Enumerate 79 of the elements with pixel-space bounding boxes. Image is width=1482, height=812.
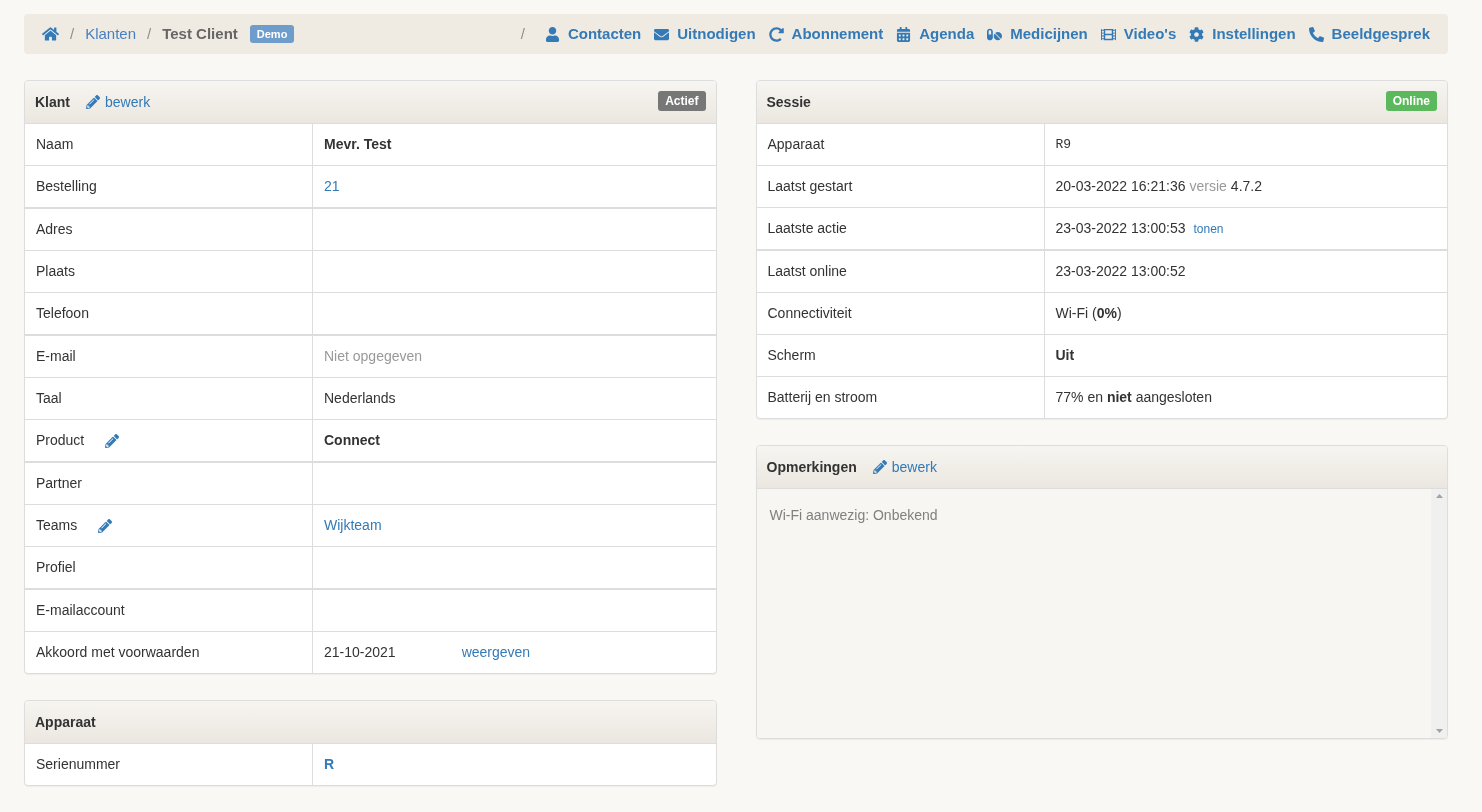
pencil-icon[interactable]: [105, 433, 120, 448]
row-label: Laatst online: [767, 262, 847, 281]
muted-text: Niet opgegeven: [324, 347, 423, 366]
cell-link[interactable]: 21: [324, 176, 340, 197]
pencil-icon[interactable]: [98, 518, 113, 533]
panel-title: Opmerkingen: [766, 457, 857, 477]
row-label: Batterij en stroom: [767, 388, 878, 407]
row-label: Adres: [36, 220, 73, 239]
breadcrumb-separator: /: [69, 23, 76, 44]
row-label: Plaats: [36, 262, 75, 281]
film-icon: [1100, 26, 1116, 42]
row-label: Profiel: [36, 558, 76, 577]
pills-icon: [987, 26, 1003, 42]
breadcrumb-current: Test Client: [162, 23, 238, 44]
nav-link[interactable]: Beeldgesprek: [1308, 22, 1430, 46]
scroll-up-icon[interactable]: [1435, 494, 1443, 498]
row-label: Laatst gestart: [767, 177, 853, 196]
calendar-icon: [896, 26, 912, 42]
pencil-icon: [86, 95, 100, 109]
row-label: Naam: [36, 135, 74, 154]
cell-text: 23-03-2022 13:00:53: [1055, 219, 1186, 238]
nav-link[interactable]: Agenda: [896, 22, 975, 46]
home-icon[interactable]: [42, 26, 59, 42]
nav-link[interactable]: Abonnement: [768, 22, 884, 46]
edit-link[interactable]: bewerk: [872, 456, 937, 478]
user-icon: [544, 26, 560, 42]
nav-link[interactable]: Medicijnen: [987, 22, 1088, 46]
row-label: Apparaat: [767, 135, 825, 154]
cell-text: 4.7.2: [1230, 177, 1262, 196]
nav-link[interactable]: Contacten: [544, 22, 642, 46]
nav-link[interactable]: Instellingen: [1189, 22, 1296, 46]
cell-link[interactable]: weergeven: [461, 642, 531, 663]
cell-text: Wi-Fi (0%): [1055, 304, 1122, 323]
row-label: Telefoon: [36, 304, 89, 323]
circular-arrow-icon: [768, 26, 784, 42]
cell-text: 20-03-2022 16:21:36: [1055, 177, 1186, 196]
pencil-icon: [872, 460, 887, 474]
cell-text: Mevr. Test: [324, 135, 392, 154]
row-label: Serienummer: [36, 755, 121, 774]
row-label: Partner: [36, 474, 82, 493]
row-label: Taal: [36, 389, 62, 408]
nav-link[interactable]: Video's: [1100, 22, 1177, 46]
cell-link[interactable]: tonen: [1193, 219, 1224, 238]
row-label: Product: [36, 431, 85, 450]
edit-link[interactable]: bewerk: [86, 91, 151, 113]
cell-text: R9: [1055, 135, 1072, 154]
scroll-down-icon[interactable]: [1435, 729, 1443, 733]
nav-link[interactable]: Uitnodigen: [654, 22, 756, 46]
scrollbar[interactable]: [1431, 489, 1447, 738]
phone-icon: [1308, 26, 1324, 42]
breadcrumb-separator: /: [146, 23, 153, 44]
cell-text: 21-10-2021: [324, 643, 396, 662]
breadcrumb-link[interactable]: Klanten: [85, 22, 137, 46]
row-label: Laatste actie: [767, 219, 847, 238]
cell-text: 23-03-2022 13:00:52: [1055, 262, 1186, 281]
muted-text: versie: [1189, 177, 1227, 196]
notes-text: Wi-Fi aanwezig: Onbekend: [769, 507, 938, 523]
settings-icon: [1189, 26, 1205, 42]
status-badge: Actief: [658, 91, 706, 111]
row-label: Akkoord met voorwaarden: [36, 643, 200, 662]
cell-link[interactable]: Wijkteam: [324, 515, 382, 536]
row-label: E-mail: [36, 347, 76, 366]
row-label: Bestelling: [36, 177, 97, 196]
row-label: Connectiviteit: [767, 304, 852, 323]
envelope-icon: [654, 26, 670, 42]
cell-link[interactable]: R: [324, 754, 335, 775]
status-badge: Online: [1385, 91, 1437, 111]
cell-text: Uit: [1055, 346, 1075, 365]
cell-text: Connect: [324, 431, 380, 450]
row-label: Teams: [36, 516, 78, 535]
cell-text: 77% en niet aangesloten: [1055, 388, 1212, 407]
panel-title: Sessie: [766, 92, 811, 112]
label-badge: Demo: [249, 25, 295, 43]
panel-title: Apparaat: [35, 712, 96, 732]
row-label: E-mailaccount: [36, 601, 125, 620]
breadcrumb-separator: /: [520, 23, 525, 44]
cell-text: Nederlands: [324, 389, 396, 408]
panel-title: Klant: [35, 92, 70, 112]
row-label: Scherm: [767, 346, 816, 365]
